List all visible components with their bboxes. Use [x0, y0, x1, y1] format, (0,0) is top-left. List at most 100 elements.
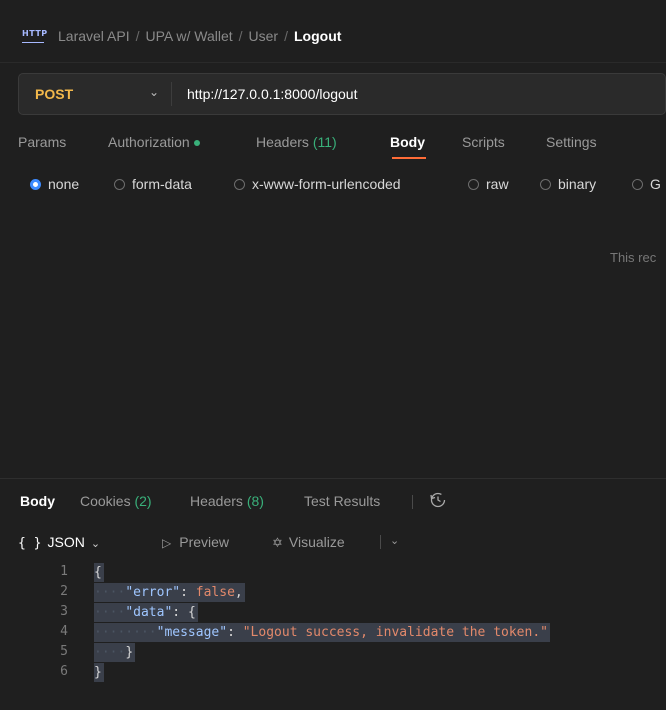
line-number: 5 — [60, 644, 68, 659]
http-request-icon: HTTP — [22, 28, 47, 43]
tab-settings[interactable]: Settings — [546, 134, 597, 150]
code-line: 3 ····"data": { — [0, 603, 666, 622]
breadcrumb-item-subfolder[interactable]: User — [249, 28, 279, 44]
response-toolbar: { } JSON ⌄ ▷ Preview ✡ Visualize ⌄ — [0, 527, 666, 557]
json-value: false — [195, 585, 235, 600]
tab-params[interactable]: Params — [18, 134, 66, 150]
json-punct: : — [180, 585, 196, 600]
indent-guide: ···· — [94, 605, 126, 620]
json-key: "data" — [125, 605, 173, 620]
tab-authorization-label: Authorization — [108, 134, 190, 150]
line-number: 1 — [60, 564, 68, 579]
radio-urlencoded[interactable]: x-www-form-urlencoded — [234, 176, 401, 192]
status-dot-icon — [193, 140, 200, 147]
response-format-label: JSON — [47, 534, 85, 550]
breadcrumb-item-collection[interactable]: Laravel API — [58, 28, 130, 44]
code-content: { — [94, 563, 104, 582]
preview-button[interactable]: ▷ Preview — [162, 529, 229, 555]
radio-none-label: none — [48, 176, 80, 192]
radio-binary-label: binary — [558, 176, 597, 192]
url-bar-divider — [171, 82, 172, 106]
chevron-down-icon[interactable]: ⌄ — [149, 85, 159, 99]
json-brace: } — [125, 645, 134, 660]
radio-raw[interactable]: raw — [468, 176, 509, 192]
response-code-editor[interactable]: 1 { 2 ····"error": false, 3 ····"data": … — [0, 563, 666, 683]
radio-selected-icon — [30, 179, 41, 190]
radio-icon — [114, 179, 125, 190]
indent-guide: ···· — [94, 645, 126, 660]
radio-urlencoded-label: x-www-form-urlencoded — [252, 176, 401, 192]
visualize-label: Visualize — [288, 534, 345, 550]
radio-icon — [632, 179, 643, 190]
code-line: 4 ········"message": "Logout success, in… — [0, 623, 666, 642]
visualize-icon: ✡ — [272, 535, 283, 550]
empty-body-message: This rec — [610, 250, 657, 265]
radio-icon — [540, 179, 551, 190]
url-input[interactable]: http://127.0.0.1:8000/logout — [187, 86, 357, 102]
play-icon: ▷ — [162, 536, 172, 550]
radio-form-data[interactable]: form-data — [114, 176, 192, 192]
radio-raw-label: raw — [486, 176, 509, 192]
response-format-select[interactable]: { } JSON ⌄ — [18, 529, 132, 555]
response-tab-headers[interactable]: Headers (8) — [190, 493, 264, 509]
json-key: "error" — [125, 585, 181, 600]
response-tab-headers-count: (8) — [246, 493, 264, 509]
code-line: 5 ····} — [0, 643, 666, 662]
body-type-options: none form-data x-www-form-urlencoded raw… — [0, 170, 666, 198]
response-tab-cookies-label: Cookies — [80, 493, 131, 509]
line-number: 2 — [60, 584, 68, 599]
radio-form-data-label: form-data — [132, 176, 192, 192]
code-line: 1 { — [0, 563, 666, 582]
response-tab-test-results[interactable]: Test Results — [304, 493, 380, 509]
radio-none[interactable]: none — [30, 176, 79, 192]
request-url-bar: POST ⌄ http://127.0.0.1:8000/logout — [18, 73, 666, 115]
json-punct: , — [234, 585, 243, 600]
radio-icon — [234, 179, 245, 190]
line-number: 3 — [60, 604, 68, 619]
request-tabs: Params Authorization Headers (11) Body S… — [0, 128, 666, 162]
response-tab-cookies[interactable]: Cookies (2) — [80, 493, 152, 509]
json-punct: : — [172, 605, 188, 620]
tab-headers[interactable]: Headers (11) — [256, 134, 337, 150]
tab-authorization[interactable]: Authorization — [108, 134, 200, 150]
toolbar-separator — [380, 535, 381, 549]
json-brace: { — [187, 605, 196, 620]
chevron-down-icon[interactable]: ⌄ — [390, 534, 399, 547]
code-content: ····"data": { — [94, 603, 198, 622]
response-tabs: Body Cookies (2) Headers (8) Test Result… — [0, 489, 666, 515]
code-content: ····"error": false, — [94, 583, 245, 602]
tab-body[interactable]: Body — [390, 134, 425, 150]
line-number: 6 — [60, 664, 68, 679]
radio-graphql-label: G — [650, 176, 661, 192]
json-braces-icon: { } — [18, 536, 42, 551]
breadcrumb-separator: / — [284, 28, 288, 44]
preview-label: Preview — [179, 534, 230, 550]
json-value: "Logout success, invalidate the token." — [242, 625, 548, 640]
response-tab-body[interactable]: Body — [20, 493, 55, 509]
line-number: 4 — [60, 624, 68, 639]
radio-binary[interactable]: binary — [540, 176, 596, 192]
json-brace: } — [94, 665, 102, 680]
breadcrumb: Laravel API / UPA w/ Wallet / User / Logout — [58, 28, 341, 44]
tab-separator — [412, 495, 413, 509]
code-line: 6 } — [0, 663, 666, 682]
response-tab-headers-label: Headers — [190, 493, 243, 509]
breadcrumb-separator: / — [135, 28, 140, 44]
code-line: 2 ····"error": false, — [0, 583, 666, 602]
code-content: } — [94, 663, 104, 682]
tab-headers-label: Headers — [256, 134, 309, 150]
active-tab-indicator — [392, 157, 426, 159]
radio-graphql[interactable]: G — [632, 176, 661, 192]
breadcrumb-bar: HTTP Laravel API / UPA w/ Wallet / User / Logo… — [0, 0, 666, 63]
json-brace: { — [94, 565, 102, 580]
response-tab-cookies-count: (2) — [134, 493, 152, 509]
breadcrumb-item-folder[interactable]: UPA w/ Wallet — [146, 28, 233, 44]
response-panel: Body Cookies (2) Headers (8) Test Result… — [0, 478, 666, 710]
radio-icon — [468, 179, 479, 190]
tab-scripts[interactable]: Scripts — [462, 134, 505, 150]
json-punct: : — [227, 625, 243, 640]
visualize-button[interactable]: ✡ Visualize — [272, 529, 345, 555]
http-method-select[interactable]: POST — [35, 86, 73, 102]
breadcrumb-current-request[interactable]: Logout — [294, 28, 341, 44]
history-icon[interactable] — [428, 490, 448, 510]
